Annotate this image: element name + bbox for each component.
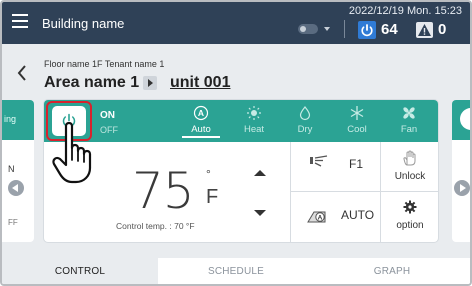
mode-cool-button[interactable]: Cool [338,105,376,139]
vane-auto-icon: A [307,211,326,223]
warning-count: 0 [438,21,447,38]
tab-schedule[interactable]: SCHEDULE [158,258,314,284]
vane-value: AUTO [341,208,375,222]
on-label[interactable]: ON [100,110,115,121]
mode-fan-button[interactable]: Fan [390,105,428,139]
hand-pointer-icon [52,121,92,184]
up-arrow-icon [254,170,266,176]
snowflake-icon [350,106,364,120]
down-arrow-icon [254,210,266,216]
next-card-power-icon [460,108,470,130]
mode-label: Cool [347,124,367,135]
divider [344,20,345,38]
option-button[interactable]: option [380,192,438,242]
mode-heat-button[interactable]: Heat [235,105,273,139]
bottom-tab-bar: CONTROL SCHEDULE GRAPH [2,258,470,284]
option-label: option [396,220,424,231]
hamburger-menu-icon[interactable] [12,14,28,30]
lock-button[interactable]: Unlock [380,142,438,192]
tab-control[interactable]: CONTROL [2,258,158,284]
previous-card-bar: ing [2,100,34,140]
sun-icon [247,106,261,120]
degree-symbol: ° [206,167,211,181]
mode-label: Fan [400,124,418,135]
app-frame: Building name 2022/12/19 Mon. 15:23 64 0… [0,0,472,286]
mode-label: Heat [243,124,265,135]
previous-card-text-2: FF [8,218,18,227]
fan-icon [403,107,415,119]
airflow-direction-icon [310,155,328,167]
previous-card-label: ing [4,114,17,124]
top-bar: Building name 2022/12/19 Mon. 15:23 64 0 [2,2,470,44]
warning-icon[interactable] [416,22,433,38]
off-label[interactable]: OFF [100,125,118,135]
back-chevron-icon[interactable] [16,64,28,82]
unit-name-link[interactable]: unit 001 [170,74,230,92]
floor-tenant-label: Floor name 1F Tenant name 1 [44,59,165,69]
previous-unit-card[interactable]: ing [2,100,34,242]
unit-control-card: ON OFF A Auto Heat Dry Cool Fan 75 ° F C… [44,100,438,242]
hand-lock-icon [403,150,416,166]
set-temperature: 75 [132,162,195,220]
play-arrow-icon [143,76,157,90]
next-card-bar [452,100,470,140]
mode-dry-button[interactable]: Dry [286,105,324,139]
units-on-count: 64 [381,21,398,38]
svg-text:A: A [318,215,323,222]
fan-speed-button[interactable]: F1 [290,142,380,192]
power-icon[interactable] [358,21,376,39]
auto-mode-icon: A [193,105,209,121]
mode-label: Dry [297,124,313,135]
mode-bar: ON OFF A Auto Heat Dry Cool Fan [44,100,438,142]
mode-label: Auto [182,124,220,138]
page-indicator [216,249,266,262]
chevron-down-icon[interactable] [324,27,330,31]
temperature-unit: F [206,186,219,208]
next-unit-button[interactable] [454,180,470,196]
vane-auto-button[interactable]: A AUTO [290,192,380,242]
next-unit-card[interactable] [452,100,470,242]
droplet-icon [299,106,311,121]
control-temperature: Control temp. : 70 °F [116,221,195,231]
previous-card-text: N [8,164,15,174]
display-toggle[interactable] [298,24,318,34]
svg-text:A: A [198,108,204,118]
building-name: Building name [42,16,125,31]
previous-unit-button[interactable] [8,180,24,196]
tab-graph[interactable]: GRAPH [314,258,470,284]
gear-icon [403,200,417,214]
date-time: 2022/12/19 Mon. 15:23 [348,5,462,17]
lock-label: Unlock [394,171,426,182]
mode-auto-button[interactable]: A Auto [182,105,220,139]
area-name: Area name 1 [44,74,140,91]
fan-speed-value: F1 [349,157,364,171]
